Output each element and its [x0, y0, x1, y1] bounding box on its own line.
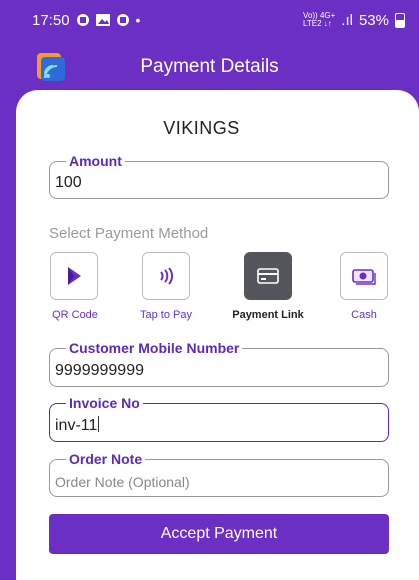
- network-type: Vo)) 4G+ LTE2 ↓↑: [303, 12, 335, 28]
- payment-link-button[interactable]: [244, 252, 292, 300]
- accept-payment-label: Accept Payment: [160, 525, 278, 542]
- text-cursor: [98, 416, 100, 432]
- accept-payment-button[interactable]: Accept Payment: [49, 514, 389, 554]
- cash-icon: [352, 269, 376, 285]
- status-time: 17:50: [32, 11, 70, 29]
- cash-button[interactable]: [340, 252, 388, 300]
- status-right: Vo)) 4G+ LTE2 ↓↑ .ıl 53%: [303, 12, 405, 29]
- invoice-field[interactable]: Invoice No inv-11: [49, 395, 389, 442]
- order-note-placeholder: Order Note (Optional): [55, 474, 190, 490]
- amount-value: 100: [55, 174, 82, 191]
- order-note-field[interactable]: Order Note Order Note (Optional): [49, 451, 389, 497]
- qr-code-button[interactable]: [50, 252, 98, 300]
- invoice-value: inv-11: [55, 417, 98, 434]
- battery-percent: 53%: [358, 11, 389, 29]
- card-icon: [257, 268, 279, 284]
- app-notification-icon: [116, 14, 129, 26]
- app-bar: Payment Details: [0, 40, 419, 95]
- merchant-name: VIKINGS: [163, 118, 240, 138]
- qr-code-label: QR Code: [52, 309, 98, 321]
- gallery-icon: [95, 14, 110, 26]
- amount-field[interactable]: Amount 100: [49, 153, 389, 199]
- invoice-label: Invoice No: [66, 395, 143, 411]
- amount-label: Amount: [66, 153, 125, 169]
- network-type-bottom: LTE2 ↓↑: [303, 19, 332, 28]
- cash-label: Cash: [351, 309, 377, 321]
- status-bar: 17:50 • Vo)) 4G+ LTE2 ↓↑ .ıl 53%: [0, 0, 419, 40]
- app-notification-icon: [76, 14, 89, 26]
- contactless-icon: [160, 267, 173, 285]
- tap-to-pay-button[interactable]: [142, 252, 190, 300]
- customer-mobile-value: 9999999999: [55, 362, 144, 379]
- qr-code-icon: [68, 267, 81, 285]
- payment-method-label: Select Payment Method: [49, 225, 209, 242]
- payment-link-label: Payment Link: [232, 309, 304, 321]
- battery-icon: [395, 12, 405, 28]
- tap-to-pay-label: Tap to Pay: [140, 309, 192, 321]
- page-title: Payment Details: [140, 56, 279, 77]
- status-left: 17:50 •: [32, 12, 140, 29]
- signal-icon: .ıl: [341, 11, 353, 29]
- invoice-value-wrapper: inv-11: [55, 416, 100, 435]
- more-notifications-dot: •: [135, 12, 141, 28]
- customer-mobile-label: Customer Mobile Number: [66, 340, 243, 356]
- customer-mobile-field[interactable]: Customer Mobile Number 9999999999: [49, 340, 389, 387]
- order-note-label: Order Note: [66, 451, 146, 467]
